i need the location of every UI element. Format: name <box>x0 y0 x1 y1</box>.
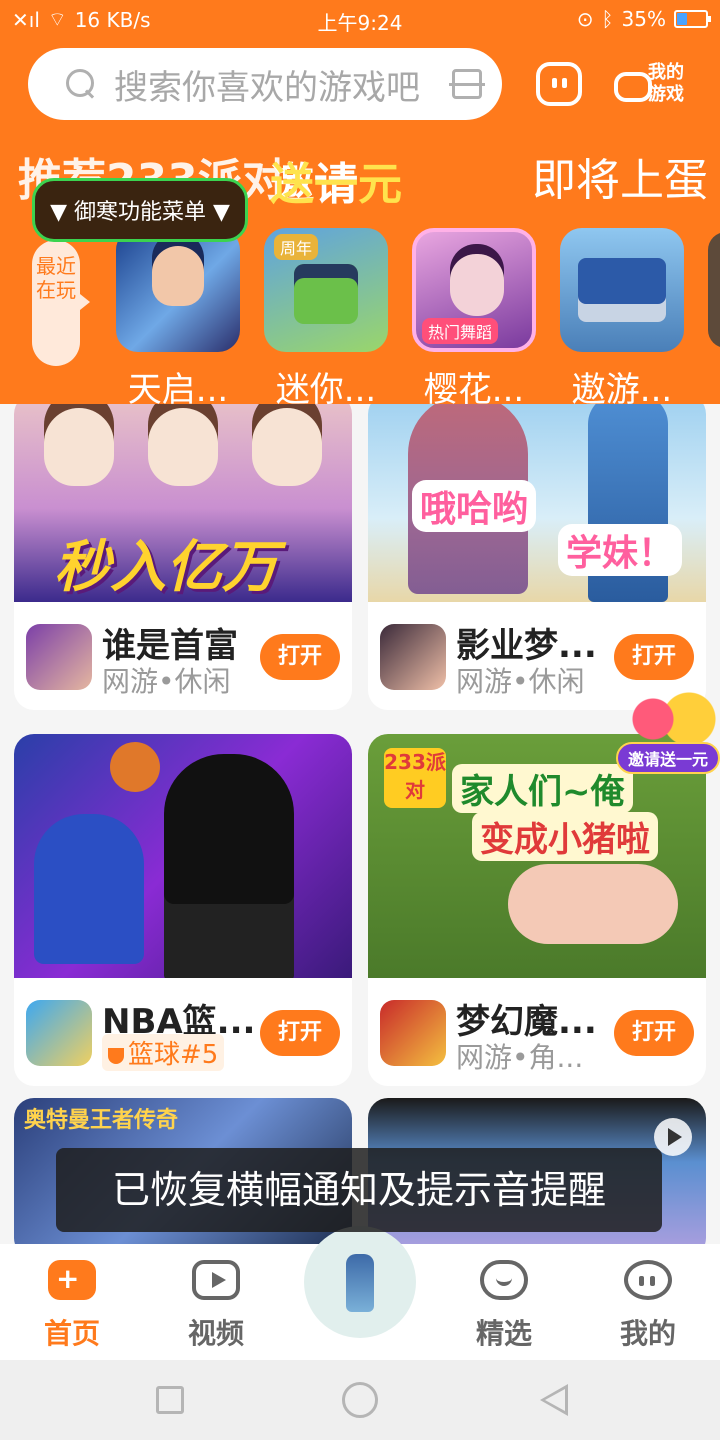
nav-label: 首页 <box>43 1317 100 1350</box>
scan-icon[interactable] <box>449 69 485 99</box>
recent-game[interactable]: 天启... <box>116 228 240 411</box>
recent-game-name: 天启... <box>127 370 229 410</box>
gamepad-icon <box>614 72 652 102</box>
video-icon <box>192 1260 240 1300</box>
open-button[interactable]: 打开 <box>614 1010 694 1056</box>
open-button[interactable]: 打开 <box>614 634 694 680</box>
game-category: 网游•角... <box>456 1041 584 1074</box>
open-button[interactable]: 打开 <box>260 634 340 680</box>
character-figure <box>44 408 114 486</box>
nav-label: 视频 <box>187 1317 244 1350</box>
rank-text: 篮球#5 <box>128 1040 219 1070</box>
bottom-nav: 首页 视频 精选 我的 <box>0 1226 720 1360</box>
nav-home[interactable]: 首页 <box>22 1260 122 1352</box>
game-card[interactable]: 哦哈哟 学妹！ 影业梦... 网游•休闲 打开 <box>368 404 706 710</box>
game-icon: 周年 <box>264 228 388 352</box>
cover-text: 变成小猪啦 <box>472 812 658 861</box>
center-avatar-button[interactable] <box>304 1226 416 1338</box>
basketball <box>110 742 160 792</box>
game-category: 网游•休闲 <box>456 665 585 698</box>
gamepad-icon <box>48 1260 96 1300</box>
recent-label: 最近在玩 <box>32 240 90 366</box>
search-icon <box>66 69 96 99</box>
game-icon <box>380 624 446 690</box>
game-cover[interactable]: 秒入亿万 <box>14 404 352 602</box>
bluetooth-icon: ᛒ <box>601 7 614 31</box>
party-badge: 233派对 <box>384 748 446 808</box>
home-icon[interactable] <box>342 1382 378 1418</box>
recent-game-name: 迷你... <box>275 370 377 410</box>
avatar-character-icon <box>346 1254 374 1312</box>
function-menu-button[interactable]: ▼ 御寒功能菜单 ▼ <box>32 178 248 242</box>
system-nav-bar <box>0 1360 720 1440</box>
game-icon <box>26 624 92 690</box>
game-category: 网游•休闲 <box>102 665 231 698</box>
hearts-icon <box>626 688 716 750</box>
recent-game-name: 遨游... <box>571 370 673 410</box>
game-icon <box>380 1000 446 1066</box>
cover-text: 学妹！ <box>558 524 683 576</box>
recent-game-name: 樱花... <box>423 370 525 410</box>
invite-float-button[interactable]: 邀请送一元 <box>616 688 720 784</box>
game-card[interactable]: 233派对 家人们~俺 变成小猪啦 梦幻魔... 网游•角... 打开 <box>368 734 706 1086</box>
recents-icon[interactable] <box>156 1386 184 1414</box>
trophy-icon <box>108 1047 124 1064</box>
invite-float-label: 邀请送一元 <box>616 742 720 774</box>
game-icon <box>116 228 240 352</box>
recent-game[interactable]: 热门舞蹈 樱花... <box>412 228 536 411</box>
game-cover[interactable]: 哦哈哟 学妹！ <box>368 404 706 602</box>
lock-rotation-icon: ⊙ <box>576 7 594 31</box>
heart-icon <box>480 1260 528 1300</box>
game-icon <box>560 228 684 352</box>
nav-label: 我的 <box>619 1317 676 1350</box>
open-button[interactable]: 打开 <box>260 1010 340 1056</box>
character-figure <box>148 408 218 486</box>
banner-coming-soon[interactable]: 即将上蛋 <box>532 144 708 208</box>
my-games-label: 我的游戏 <box>648 62 684 105</box>
game-card[interactable]: NBA篮... 篮球#5 打开 <box>14 734 352 1086</box>
recent-game[interactable]: 遨游... <box>560 228 684 411</box>
nav-mine[interactable]: 我的 <box>598 1260 698 1352</box>
status-bar: ✕ıl ⌔ 16 KB/s 上午9:24 ⊙ ᛒ 35% <box>0 0 720 38</box>
nav-label: 精选 <box>475 1317 532 1350</box>
game-cover[interactable] <box>14 734 352 978</box>
nav-video[interactable]: 视频 <box>166 1260 266 1352</box>
toast-message: 已恢复横幅通知及提示音提醒 <box>56 1148 662 1232</box>
hot-dance-tag: 热门舞蹈 <box>422 318 499 344</box>
battery-icon <box>674 10 711 28</box>
cover-text: 家人们~俺 <box>452 764 633 813</box>
search-placeholder: 搜索你喜欢的游戏吧 <box>114 67 420 108</box>
banner-invite-highlight: 送一元 <box>270 159 402 208</box>
rank-badge: 篮球#5 <box>102 1034 225 1071</box>
cover-title: 奥特曼王者传奇 <box>24 1108 179 1133</box>
message-icon[interactable] <box>536 62 582 106</box>
cover-title: 秒入亿万 <box>54 535 278 600</box>
pig-figure <box>508 864 678 944</box>
battery-percent: 35% <box>621 7 666 31</box>
smile-icon <box>624 1260 672 1300</box>
game-icon <box>26 1000 92 1066</box>
game-icon: 热门舞蹈 <box>412 228 536 352</box>
game-feed[interactable]: 秒入亿万 谁是首富 网游•休闲 打开 哦哈哟 学妹！ 影业梦... 网游•休闲 … <box>0 404 720 1244</box>
character-figure <box>164 754 294 978</box>
game-card[interactable]: 秒入亿万 谁是首富 网游•休闲 打开 <box>14 404 352 710</box>
recent-game[interactable]: 周年 迷你... <box>264 228 388 411</box>
anniversary-tag: 周年 <box>274 234 319 260</box>
character-figure <box>34 814 144 964</box>
nav-featured[interactable]: 精选 <box>454 1260 554 1352</box>
cover-text: 哦哈哟 <box>412 480 537 532</box>
battery-fill <box>677 13 687 25</box>
my-games-button[interactable]: 我的游戏 <box>614 60 698 110</box>
search-bar[interactable]: 搜索你喜欢的游戏吧 <box>28 48 502 120</box>
header: ✕ıl ⌔ 16 KB/s 上午9:24 ⊙ ᛒ 35% 搜索你喜欢的游戏吧 我… <box>0 0 720 410</box>
recent-game-partial[interactable] <box>708 232 720 348</box>
back-icon[interactable] <box>540 1384 568 1416</box>
character-figure <box>252 408 322 486</box>
